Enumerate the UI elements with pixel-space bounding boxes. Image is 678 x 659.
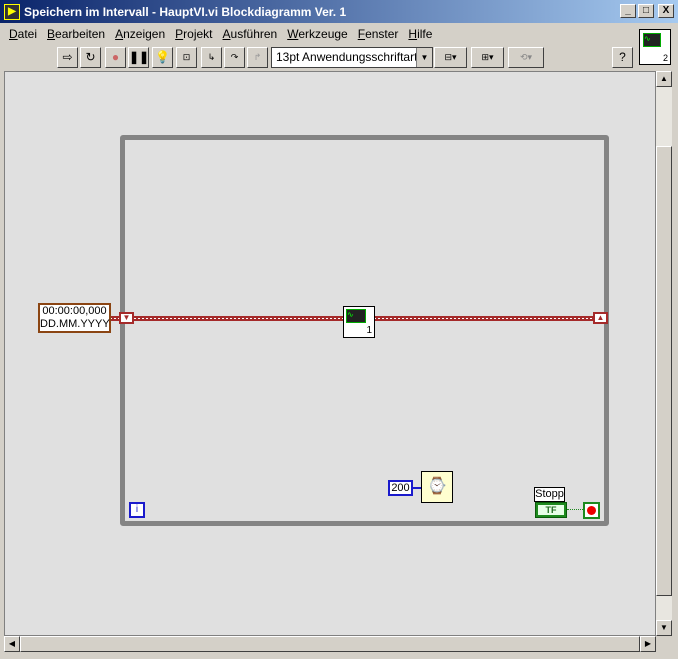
horizontal-scrollbar[interactable]: ◀ ▶ <box>4 636 656 652</box>
watch-icon: ⌚ <box>427 478 447 495</box>
subvi-icon: ∿ <box>346 309 366 323</box>
connector-pane-number: 2 <box>662 53 668 63</box>
boolean-terminal-text: TF <box>538 505 564 515</box>
stop-boolean-terminal[interactable]: TF <box>535 502 567 518</box>
boolean-wire <box>567 509 583 510</box>
distribute-objects-icon[interactable]: ⊞▾ <box>471 47 504 68</box>
vertical-scrollbar[interactable]: ▲ ▼ <box>656 71 672 636</box>
menu-anzeigen[interactable]: Anzeigen <box>115 27 165 41</box>
menu-ausfuehren[interactable]: Ausführen <box>223 27 278 41</box>
menu-fenster[interactable]: Fenster <box>358 27 399 41</box>
retain-wire-values-icon[interactable]: ⊡ <box>176 47 197 68</box>
scroll-right-icon[interactable]: ▶ <box>640 636 656 652</box>
menu-werkzeuge[interactable]: Werkzeuge <box>287 27 347 41</box>
chevron-down-icon: ▼ <box>416 48 432 67</box>
title-bar: ▶ Speichern im Intervall - HauptVI.vi Bl… <box>0 0 678 23</box>
step-out-icon[interactable]: ↱ <box>247 47 268 68</box>
timestamp-time: 00:00:00,000 <box>42 305 107 317</box>
shift-register-right[interactable]: ▲ <box>593 312 608 324</box>
help-button[interactable]: ? <box>612 47 633 68</box>
wait-ms-function[interactable]: ⌚ <box>421 471 453 503</box>
horizontal-scroll-thumb[interactable] <box>20 636 640 652</box>
scroll-down-icon[interactable]: ▼ <box>656 620 672 636</box>
align-objects-icon[interactable]: ⊟▾ <box>434 47 467 68</box>
connector-pane-icon[interactable]: ∿ 2 <box>639 29 671 65</box>
stop-icon <box>587 506 596 515</box>
font-select-value: 13pt Anwendungsschriftart <box>276 50 418 64</box>
toolbar: ⇨ ↻ ● ❚❚ 💡 ⊡ ↳ ↷ ↱ 13pt Anwendungsschrif… <box>4 45 634 69</box>
minimize-button[interactable]: _ <box>620 4 636 18</box>
abort-icon[interactable]: ● <box>105 47 126 68</box>
numeric-wire <box>413 487 421 489</box>
menu-hilfe[interactable]: Hilfe <box>408 27 432 41</box>
shift-register-left[interactable]: ▼ <box>119 312 134 324</box>
run-continuously-icon[interactable]: ↻ <box>80 47 101 68</box>
highlight-execution-icon[interactable]: 💡 <box>152 47 173 68</box>
subvi-node[interactable]: ∿ 1 <box>343 306 375 338</box>
close-button[interactable]: X <box>658 4 674 18</box>
menu-datei[interactable]: Datei <box>9 27 37 41</box>
vertical-scroll-thumb[interactable] <box>656 146 672 596</box>
iteration-terminal[interactable]: i <box>129 502 145 518</box>
step-over-icon[interactable]: ↷ <box>224 47 245 68</box>
scroll-left-icon[interactable]: ◀ <box>4 636 20 652</box>
menu-bar: Datei Bearbeiten Anzeigen Projekt Ausfüh… <box>4 24 634 44</box>
timestamp-date: DD.MM.YYYY <box>40 318 110 330</box>
window-title: Speichern im Intervall - HauptVI.vi Bloc… <box>24 4 347 19</box>
loop-condition-terminal[interactable] <box>583 502 600 519</box>
maximize-button[interactable]: □ <box>638 4 654 18</box>
subvi-number: 1 <box>366 325 372 336</box>
menu-projekt[interactable]: Projekt <box>175 27 212 41</box>
scroll-up-icon[interactable]: ▲ <box>656 71 672 87</box>
pause-icon[interactable]: ❚❚ <box>128 47 149 68</box>
stop-label: Stopp <box>534 487 565 502</box>
app-icon: ▶ <box>4 3 20 20</box>
menu-bearbeiten[interactable]: Bearbeiten <box>47 27 105 41</box>
step-into-icon[interactable]: ↳ <box>201 47 222 68</box>
font-select[interactable]: 13pt Anwendungsschriftart ▼ <box>271 47 433 68</box>
wait-ms-constant[interactable]: 200 <box>388 480 413 496</box>
reorder-icon[interactable]: ⟲▾ <box>508 47 544 68</box>
timestamp-constant[interactable]: 00:00:00,000 DD.MM.YYYY <box>38 303 111 333</box>
run-arrow-icon[interactable]: ⇨ <box>57 47 78 68</box>
